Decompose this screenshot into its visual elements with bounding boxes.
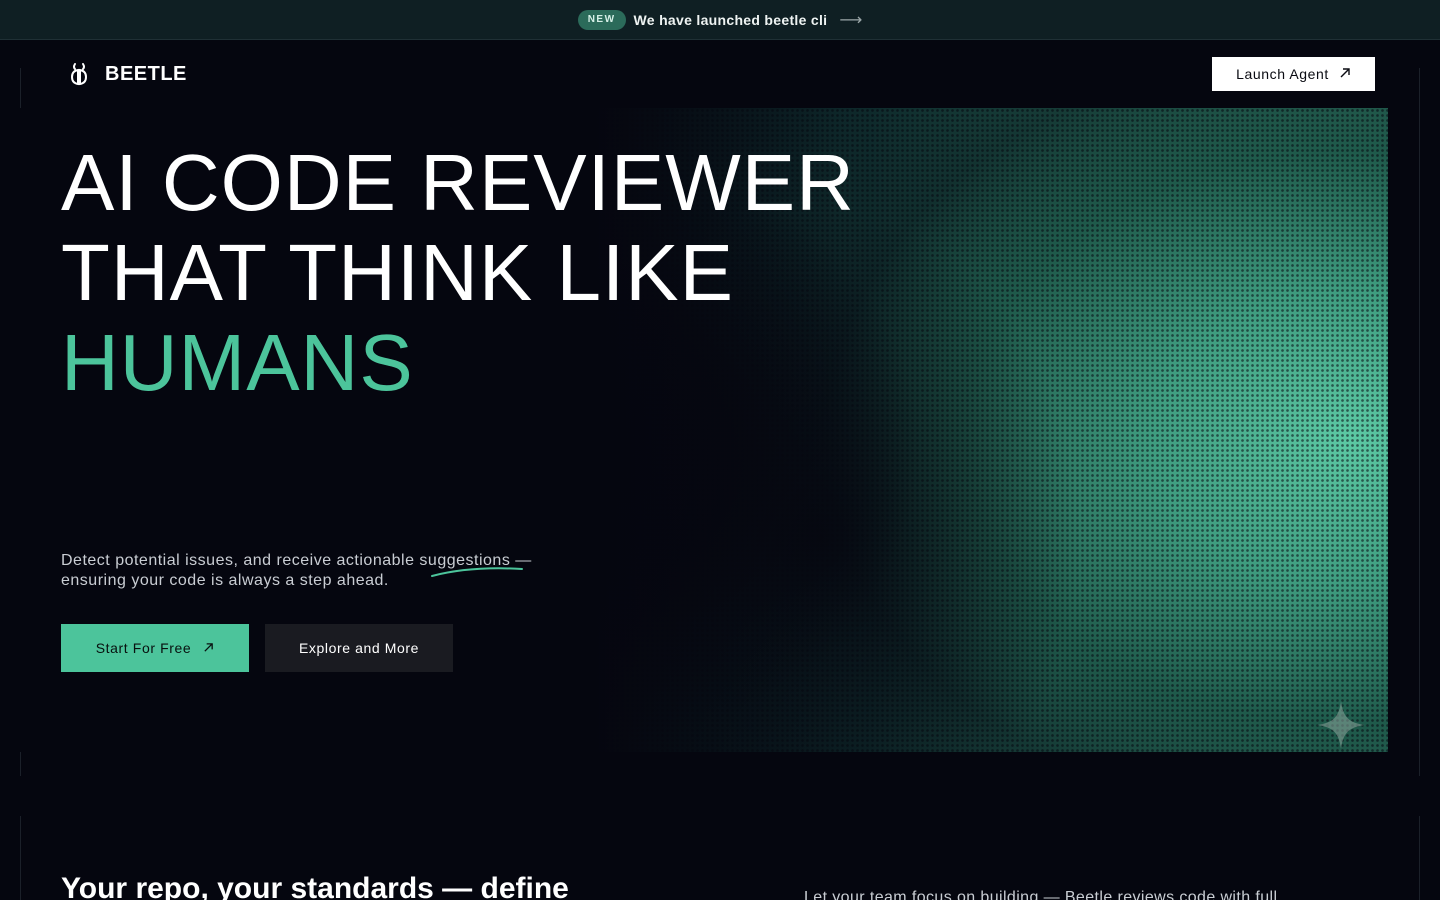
explore-and-more-button[interactable]: Explore and More bbox=[265, 624, 453, 672]
hero-headline: AI CODE REVIEWER THAT THINK LIKE HUMANS bbox=[61, 138, 855, 408]
description-part-1: Detect potential issues, and receive act… bbox=[61, 552, 420, 569]
announcement-bar[interactable]: NEW We have launched beetle cli ⟶ bbox=[0, 0, 1440, 40]
arrow-up-right-icon bbox=[1339, 66, 1351, 82]
logo-text: BEETLE bbox=[105, 62, 187, 85]
launch-agent-button[interactable]: Launch Agent bbox=[1212, 57, 1375, 91]
arrow-up-right-icon bbox=[203, 640, 214, 656]
frame-line-right bbox=[1419, 68, 1420, 776]
new-badge: NEW bbox=[577, 9, 626, 30]
section-text: Let your team focus on building — Beetle… bbox=[804, 889, 1278, 900]
frame-line-right-lower bbox=[1419, 816, 1420, 900]
announcement-text[interactable]: We have launched beetle cli bbox=[634, 12, 828, 28]
logo[interactable]: BEETLE bbox=[63, 58, 187, 90]
arrow-right-icon: ⟶ bbox=[839, 11, 863, 29]
frame-line-left-lower bbox=[20, 816, 21, 900]
sparkle-icon bbox=[1317, 701, 1365, 749]
headline-line-1: AI CODE REVIEWER bbox=[61, 138, 855, 227]
launch-agent-label: Launch Agent bbox=[1236, 66, 1329, 82]
beetle-icon bbox=[63, 58, 95, 90]
section-title: Your repo, your standards — define bbox=[61, 872, 569, 900]
headline-line-2: THAT THINK LIKE bbox=[61, 228, 734, 317]
start-for-free-button[interactable]: Start For Free bbox=[61, 624, 249, 672]
explore-and-more-label: Explore and More bbox=[298, 640, 420, 656]
headline-accent: HUMANS bbox=[61, 318, 414, 407]
start-for-free-label: Start For Free bbox=[95, 640, 192, 656]
underline-squiggle bbox=[431, 567, 523, 577]
